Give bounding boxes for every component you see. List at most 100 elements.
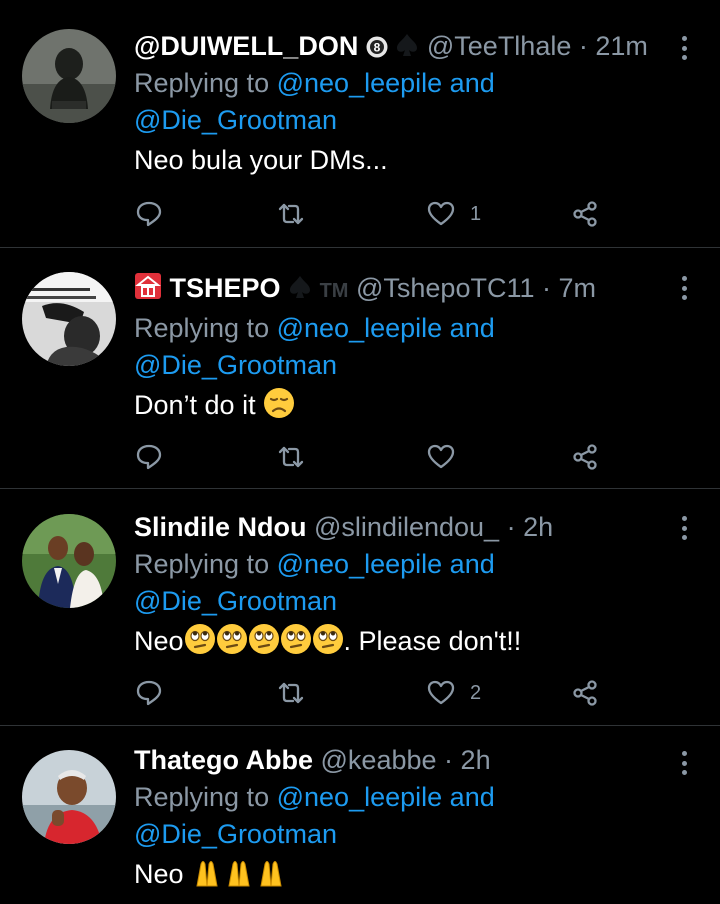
and-label[interactable]: and (450, 549, 495, 579)
tweet-header: TSHEPO TM @TshepoTC11 · 7m (134, 270, 660, 310)
and-label[interactable]: and (450, 68, 495, 98)
timestamp[interactable]: 21m (595, 31, 648, 61)
replying-to: Replying to @neo_leepile and (134, 310, 660, 347)
like-count: 2 (470, 681, 482, 704)
replying-to-cont: @Die_Grootman (134, 583, 660, 620)
mention-link[interactable]: @neo_leepile (277, 313, 443, 343)
and-label[interactable]: and (450, 782, 495, 812)
tweet-body: @DUIWELL_DON 8 @TeeTlhale · 21m Replying… (134, 28, 660, 179)
mention-link[interactable]: @Die_Grootman (134, 105, 337, 135)
tweet-text: Don’t do it (134, 387, 660, 424)
timestamp[interactable]: 7m (559, 273, 597, 303)
share-icon (573, 444, 597, 470)
reply-feed: @DUIWELL_DON 8 @TeeTlhale · 21m Replying… (0, 0, 720, 904)
user-handle[interactable]: @TshepoTC11 (356, 273, 535, 303)
avatar[interactable] (22, 272, 116, 366)
share-icon (573, 680, 597, 706)
mention-link[interactable]: @Die_Grootman (134, 819, 337, 849)
separator-dot: · (542, 273, 551, 303)
like-button[interactable] (426, 437, 456, 477)
replying-to-cont: @Die_Grootman (134, 102, 660, 139)
disappointed-face-emoji (264, 388, 295, 418)
eye-roll-face-emoji (280, 624, 311, 654)
replying-to-cont: @Die_Grootman (134, 347, 660, 384)
eye-roll-face-emoji (248, 624, 279, 654)
spade-icon (290, 276, 311, 298)
eye-roll-face-emoji (184, 624, 215, 654)
more-options-icon[interactable] (672, 273, 696, 303)
replying-to: Replying to @neo_leepile and (134, 546, 660, 583)
reply-tweet[interactable]: TSHEPO TM @TshepoTC11 · 7m Replying to @… (0, 248, 720, 489)
replying-to: Replying to @neo_leepile and (134, 65, 660, 102)
reply-icon (136, 444, 162, 470)
like-button[interactable]: 1 (426, 194, 481, 234)
retweet-icon (278, 203, 304, 225)
tweet-body: Slindile Ndou @slindilendou_ · 2h Replyi… (134, 509, 660, 660)
more-options-icon[interactable] (672, 33, 696, 63)
replying-label: Replying to (134, 549, 270, 579)
mention-link[interactable]: @Die_Grootman (134, 586, 337, 616)
separator-dot: · (506, 512, 516, 542)
eye-roll-face-emoji (312, 624, 343, 654)
mention-link[interactable]: @neo_leepile (277, 549, 443, 579)
avatar[interactable] (22, 514, 116, 608)
8-ball-icon: 8 (366, 36, 388, 58)
action-bar: 1 (134, 194, 700, 234)
replying-label: Replying to (134, 68, 270, 98)
display-name[interactable]: Thatego Abbe (134, 745, 313, 775)
mention-link[interactable]: @Die_Grootman (134, 350, 337, 380)
couple-photo-avatar (22, 514, 116, 608)
share-icon (573, 201, 597, 227)
tweet-text-before: Neo (134, 626, 184, 656)
share-button[interactable] (570, 673, 600, 713)
display-name[interactable]: @DUIWELL_DON (134, 31, 358, 61)
avatar[interactable] (22, 750, 116, 844)
replying-to: Replying to @neo_leepile and (134, 779, 660, 816)
tweet-text-content: Don’t do it (134, 390, 256, 420)
user-handle[interactable]: @keabbe (321, 745, 437, 775)
tweet-body: Thatego Abbe @keabbe · 2h Replying to @n… (134, 742, 660, 893)
tweet-header: Thatego Abbe @keabbe · 2h (134, 742, 660, 779)
timestamp[interactable]: 2h (523, 512, 553, 542)
mention-link[interactable]: @neo_leepile (277, 68, 443, 98)
trademark-badge: TM (319, 280, 349, 302)
mention-link[interactable]: @neo_leepile (277, 782, 443, 812)
like-count: 1 (470, 202, 482, 225)
tweet-text: Neo (134, 856, 660, 893)
action-bar: 2 (134, 673, 700, 713)
user-handle[interactable]: @TeeTlhale (427, 31, 571, 61)
retweet-icon (278, 446, 304, 468)
separator-dot: · (444, 745, 454, 775)
red-dot-icon (135, 273, 161, 299)
timestamp[interactable]: 2h (461, 745, 491, 775)
more-options-icon[interactable] (672, 513, 696, 543)
reply-tweet[interactable]: Slindile Ndou @slindilendou_ · 2h Replyi… (0, 489, 720, 726)
avatar[interactable] (22, 29, 116, 123)
and-label[interactable]: and (450, 313, 495, 343)
replying-to-cont: @Die_Grootman (134, 816, 660, 853)
retweet-button[interactable] (276, 194, 306, 234)
display-name[interactable]: TSHEPO (170, 273, 281, 303)
display-name[interactable]: Slindile Ndou (134, 512, 307, 542)
more-options-icon[interactable] (672, 748, 696, 778)
user-handle[interactable]: @slindilendou_ (314, 512, 499, 542)
folded-hands-emoji (196, 861, 282, 887)
hooded-figure-avatar (22, 29, 116, 123)
retweet-icon (278, 682, 304, 704)
reply-button[interactable] (134, 673, 164, 713)
retweet-button[interactable] (276, 437, 306, 477)
retweet-button[interactable] (276, 673, 306, 713)
share-button[interactable] (570, 437, 600, 477)
tweet-text-content: Neo (134, 859, 184, 889)
man-red-shirt-avatar (22, 750, 116, 844)
reply-button[interactable] (134, 194, 164, 234)
heart-icon (427, 201, 455, 226)
share-button[interactable] (570, 194, 600, 234)
tweet-text: Neo . Please don't!! (134, 623, 660, 660)
reply-tweet[interactable]: Thatego Abbe @keabbe · 2h Replying to @n… (0, 726, 720, 904)
reply-button[interactable] (134, 437, 164, 477)
reply-tweet[interactable]: @DUIWELL_DON 8 @TeeTlhale · 21m Replying… (0, 0, 720, 248)
tweet-header: @DUIWELL_DON 8 @TeeTlhale · 21m (134, 28, 660, 65)
like-button[interactable]: 2 (426, 673, 481, 713)
eye-roll-face-emoji (216, 624, 247, 654)
